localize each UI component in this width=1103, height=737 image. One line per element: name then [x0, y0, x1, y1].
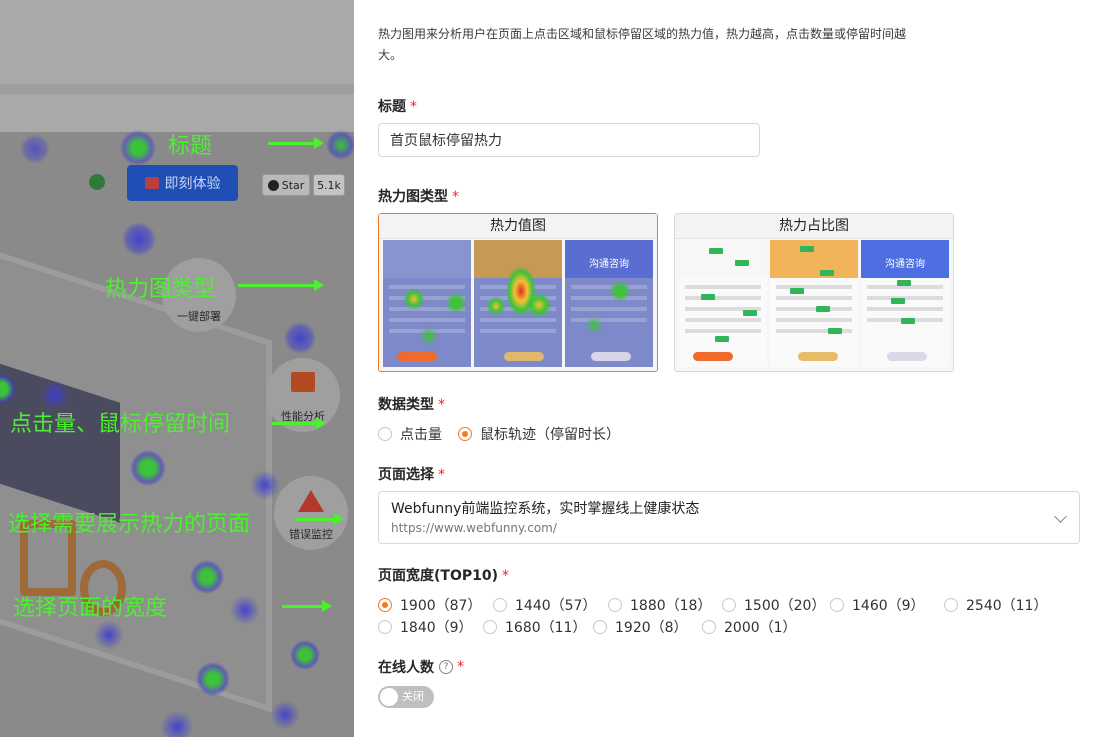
- github-icon: [267, 179, 279, 191]
- radio-mouse-track[interactable]: 鼠标轨迹（停留时长）: [458, 424, 620, 444]
- arrow-icon: [296, 513, 344, 525]
- page-select-label: 页面选择 *: [378, 467, 445, 483]
- radio-width-1880[interactable]: 1880（18）: [608, 595, 722, 615]
- warning-icon: [298, 490, 324, 512]
- arrow-icon: [272, 417, 326, 429]
- heatmap-type-ratio-card[interactable]: 热力占比图 沟通咨询: [674, 213, 954, 372]
- github-star-badge: Star: [262, 174, 310, 196]
- data-type-label: 数据类型 *: [378, 397, 445, 413]
- background-header: [0, 0, 354, 132]
- arrow-icon: [238, 279, 324, 291]
- thumb-preview: [770, 240, 858, 367]
- radio-width-1920[interactable]: 1920（8）: [593, 617, 702, 637]
- github-star-count: 5.1k: [313, 174, 345, 196]
- online-users-switch[interactable]: 关闭: [378, 686, 434, 708]
- annotation-title: 标题: [168, 134, 213, 159]
- heatmap-config-drawer: 热力图用来分析用户在页面上点击区域和鼠标停留区域的热力值，热力越高，点击数量或停…: [354, 0, 1103, 737]
- annotation-page-width: 选择页面的宽度: [13, 596, 168, 621]
- radio-width-1500[interactable]: 1500（20）: [722, 595, 830, 615]
- annotation-data-type: 点击量、鼠标停留时间: [10, 412, 231, 437]
- thumb-preview: [383, 240, 471, 367]
- thumb-preview: 沟通咨询: [861, 240, 949, 367]
- page-select-dropdown[interactable]: Webfunny前端监控系统，实时掌握线上健康状态 https://www.we…: [378, 491, 1080, 544]
- thumb-preview: [474, 240, 562, 367]
- radio-width-1680[interactable]: 1680（11）: [483, 617, 593, 637]
- pulse-icon: [291, 372, 315, 392]
- page-width-row-2: 1840（9） 1680（11） 1920（8） 2000（1）: [378, 617, 797, 637]
- page-width-label: 页面宽度(TOP10) *: [378, 568, 509, 584]
- heatmap-type-value-card[interactable]: 热力值图 沟通咨询: [378, 213, 658, 372]
- thumb-preview: 沟通咨询: [565, 240, 653, 367]
- help-icon[interactable]: ?: [439, 660, 453, 674]
- heatmap-type-label: 热力图类型 *: [378, 189, 459, 205]
- title-label: 标题 *: [378, 99, 417, 115]
- feature-performance: 性能分析: [266, 358, 340, 432]
- arrow-icon: [282, 600, 332, 612]
- online-users-label: 在线人数 ? *: [378, 659, 464, 676]
- annotation-heatmap-type: 热力图类型: [105, 277, 216, 302]
- data-type-radio-group: 点击量 鼠标轨迹（停留时长）: [378, 424, 620, 444]
- radio-width-1900[interactable]: 1900（87）: [378, 595, 493, 615]
- description-text: 热力图用来分析用户在页面上点击区域和鼠标停留区域的热力值，热力越高，点击数量或停…: [378, 27, 907, 62]
- page-width-row-1: 1900（87） 1440（57） 1880（18） 1500（20） 1460…: [378, 595, 1047, 615]
- radio-width-1840[interactable]: 1840（9）: [378, 617, 483, 637]
- title-input[interactable]: 首页鼠标停留热力: [378, 123, 760, 157]
- thumb-preview: [679, 240, 767, 367]
- annotation-page-select: 选择需要展示热力的页面: [8, 512, 251, 537]
- wechat-icon: [89, 174, 105, 190]
- background-page: 即刻体验 Star 5.1k 一键部署 性能分析 错误监控 标题 热力图类型 点…: [0, 0, 354, 737]
- try-now-button: 即刻体验: [127, 165, 238, 201]
- radio-click-count[interactable]: 点击量: [378, 424, 442, 444]
- radio-width-2540[interactable]: 2540（11）: [944, 595, 1047, 615]
- chart-icon: [144, 177, 159, 189]
- radio-width-1440[interactable]: 1440（57）: [493, 595, 608, 615]
- arrow-icon: [268, 137, 324, 149]
- radio-width-1460[interactable]: 1460（9）: [830, 595, 944, 615]
- radio-width-2000[interactable]: 2000（1）: [702, 617, 797, 637]
